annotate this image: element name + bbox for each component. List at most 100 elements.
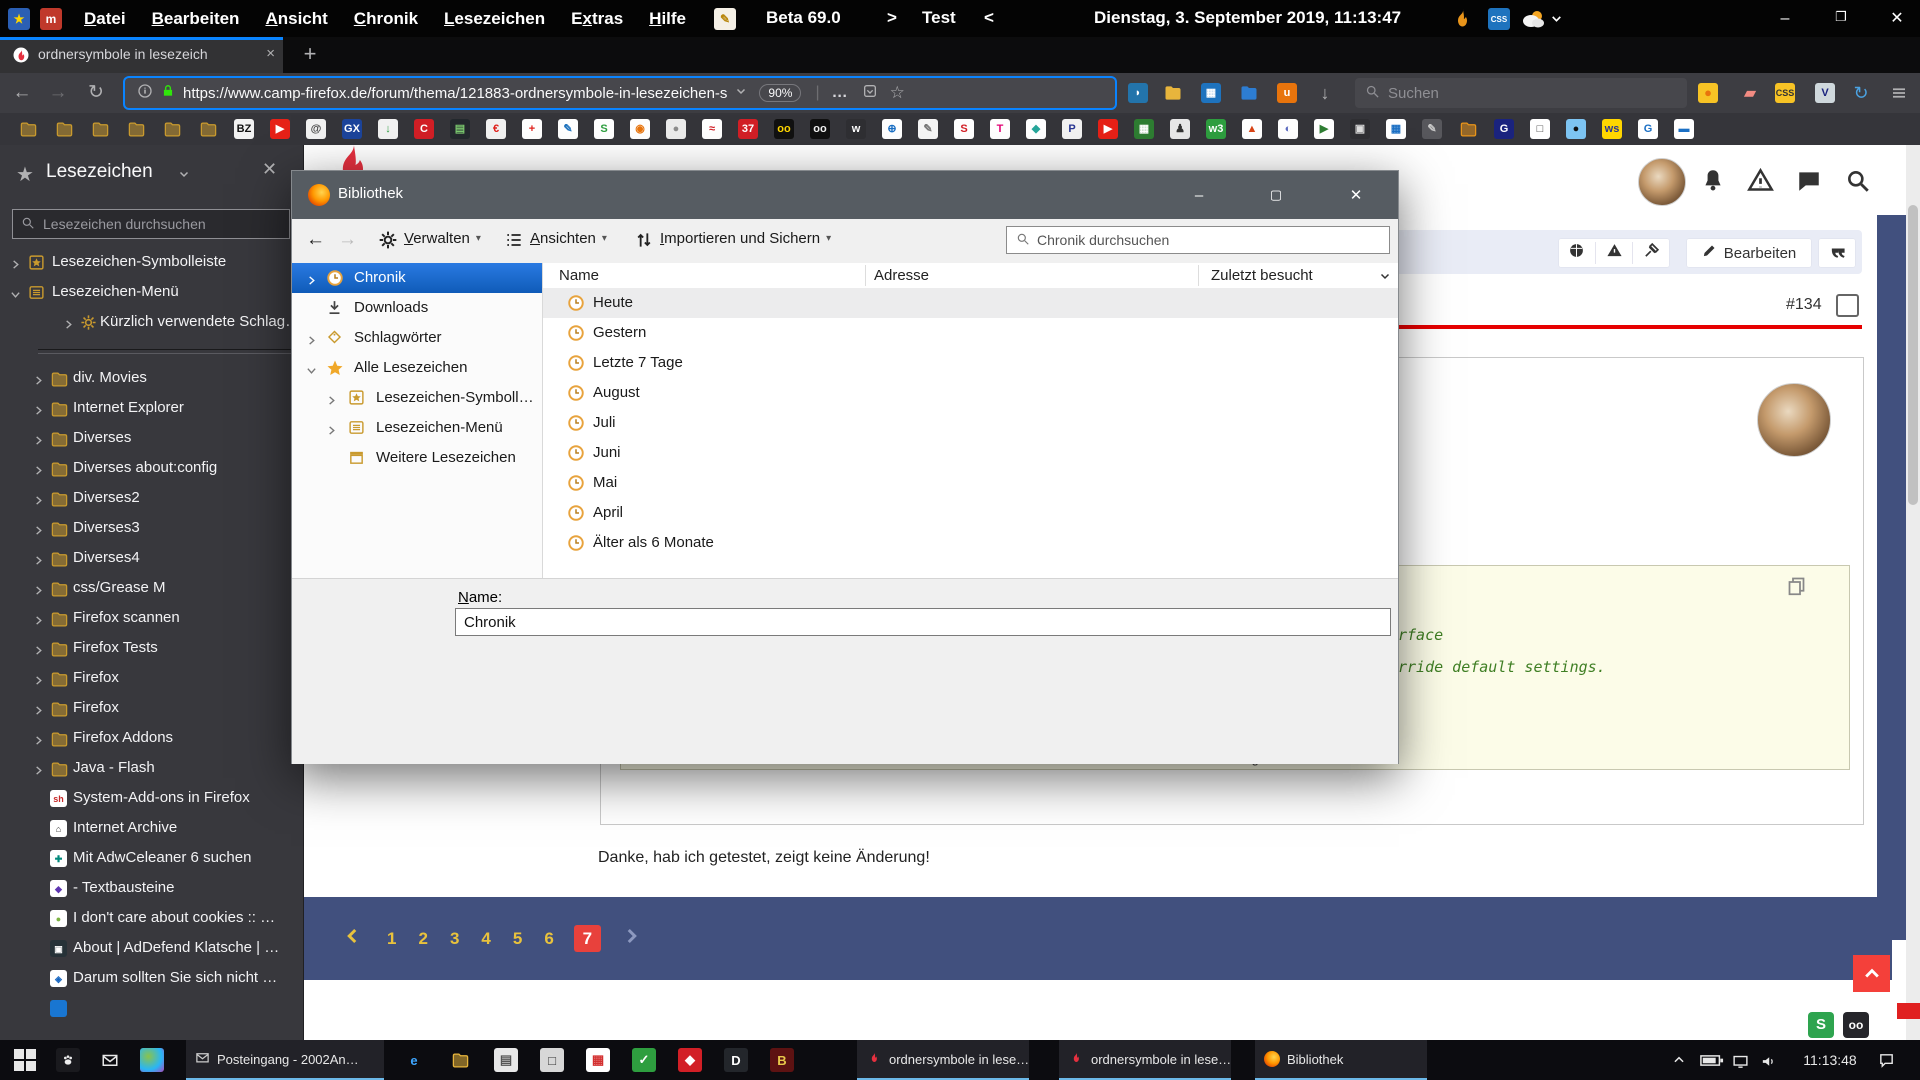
post-select-checkbox[interactable] bbox=[1836, 294, 1859, 317]
taskbar-window-bibliothek[interactable]: Bibliothek bbox=[1255, 1040, 1427, 1080]
bookmark-gray-dot-favicon[interactable]: ● bbox=[666, 119, 686, 139]
scroll-to-top-button[interactable] bbox=[1853, 955, 1890, 992]
window-close-button[interactable]: ✕ bbox=[1874, 0, 1920, 37]
sidebar-item[interactable]: Internet Explorer bbox=[0, 395, 304, 423]
bookmark-folder[interactable] bbox=[18, 119, 38, 139]
bookmark-folder[interactable] bbox=[90, 119, 110, 139]
scrollbar-track[interactable] bbox=[1906, 145, 1920, 1040]
history-row[interactable]: Juni bbox=[543, 438, 1398, 468]
sidebar-item[interactable]: Diverses about:config bbox=[0, 455, 304, 483]
name-field-input[interactable]: Chronik bbox=[455, 608, 1391, 636]
taskbar-window-posteingang-2002an-[interactable]: Posteingang - 2002An… bbox=[186, 1040, 384, 1080]
chevron-right-icon[interactable] bbox=[33, 613, 44, 630]
chevron-right-icon[interactable] bbox=[33, 463, 44, 480]
sidebar-item[interactable]: Firefox Addons bbox=[0, 725, 304, 753]
bookmark-folder[interactable] bbox=[54, 119, 74, 139]
scrollbar-thumb[interactable] bbox=[1908, 205, 1918, 505]
bookmark-tv-favicon[interactable]: ▬ bbox=[1674, 119, 1694, 139]
library-tree-item-lesezeichen-symboll-[interactable]: Lesezeichen-Symboll… bbox=[292, 383, 542, 413]
toolbar-extension-icon-blue[interactable]: ◗ bbox=[1125, 80, 1151, 106]
tray-overlay-dark-badge[interactable]: oo bbox=[1843, 1012, 1869, 1038]
addon-orange-dot-icon[interactable]: ● bbox=[1695, 80, 1721, 106]
library-forward-button[interactable]: → bbox=[338, 229, 357, 251]
chevron-right-icon[interactable] bbox=[33, 643, 44, 660]
pagination-prev-icon[interactable] bbox=[344, 927, 362, 950]
addon-v-icon[interactable]: V bbox=[1812, 80, 1838, 106]
history-row[interactable]: Älter als 6 Monate bbox=[543, 528, 1398, 558]
column-name[interactable]: Name bbox=[559, 263, 599, 288]
sidebar-item[interactable]: Firefox Tests bbox=[0, 635, 304, 663]
notes-pencil-icon[interactable]: ✎ bbox=[714, 8, 736, 30]
taskbar-document-icon[interactable]: □ bbox=[540, 1048, 564, 1072]
url-bar[interactable]: https://www.camp-firefox.de/forum/thema/… bbox=[125, 78, 1115, 108]
menu-hilfe[interactable]: Hilfe bbox=[647, 9, 688, 28]
menu-lesezeichen[interactable]: Lesezeichen bbox=[442, 9, 547, 28]
page-link-2[interactable]: 2 bbox=[418, 929, 427, 949]
chevron-right-icon[interactable] bbox=[33, 493, 44, 510]
sidebar-item[interactable]: div. Movies bbox=[0, 365, 304, 393]
library-close-button[interactable]: ✕ bbox=[1333, 171, 1379, 219]
chevron-right-icon[interactable] bbox=[33, 703, 44, 720]
globe-icon[interactable] bbox=[1558, 242, 1596, 264]
library-tree-item-alle-lesezeichen[interactable]: Alle Lesezeichen bbox=[292, 353, 542, 383]
new-tab-button[interactable]: + bbox=[296, 41, 324, 69]
toolbar-table-icon[interactable]: ▦ bbox=[1198, 80, 1224, 106]
toolbar-folder-add-icon[interactable] bbox=[1160, 80, 1186, 106]
bookmark-half-circle-favicon[interactable]: ◐ bbox=[1278, 119, 1298, 139]
history-row[interactable]: Gestern bbox=[543, 318, 1398, 348]
volume-icon[interactable] bbox=[1760, 1053, 1777, 1075]
bookmark-telekom-favicon[interactable]: T bbox=[990, 119, 1010, 139]
https-lock-icon[interactable] bbox=[161, 84, 175, 103]
edit-post-button[interactable]: Bearbeiten bbox=[1686, 238, 1812, 268]
bookmark-gmx-favicon[interactable]: GX bbox=[342, 119, 362, 139]
import-backup-menu-button[interactable]: Importieren und Sichern▾ bbox=[660, 230, 831, 247]
report-warning-icon[interactable] bbox=[1596, 242, 1634, 264]
bookmark-blue-ball-favicon[interactable]: ● bbox=[1566, 119, 1586, 139]
sidebar-item[interactable]: ◆- Textbausteine bbox=[0, 875, 304, 903]
zoom-level-indicator[interactable]: 90% bbox=[759, 84, 801, 102]
column-picker-chevron-icon[interactable] bbox=[1379, 269, 1391, 287]
tray-overlay-s-badge[interactable]: S bbox=[1808, 1012, 1834, 1038]
sidebar-item[interactable]: Diverses3 bbox=[0, 515, 304, 543]
hamburger-menu-icon[interactable] bbox=[1886, 80, 1912, 106]
page-link-5[interactable]: 5 bbox=[513, 929, 522, 949]
url-dropdown-chevron-icon[interactable] bbox=[735, 84, 747, 102]
column-adresse[interactable]: Adresse bbox=[874, 263, 929, 288]
chevron-right-icon[interactable] bbox=[306, 333, 317, 350]
library-maximize-button[interactable]: ▢ bbox=[1253, 171, 1299, 219]
bookmark-book-favicon[interactable]: □ bbox=[1530, 119, 1550, 139]
bookmark-g-dark-favicon[interactable]: G bbox=[1494, 119, 1514, 139]
chevron-right-icon[interactable] bbox=[10, 257, 21, 274]
battery-icon[interactable] bbox=[1700, 1054, 1724, 1072]
action-center-icon[interactable] bbox=[1878, 1052, 1895, 1074]
bookmark-ws-favicon[interactable]: ws bbox=[1602, 119, 1622, 139]
history-row[interactable]: Mai bbox=[543, 468, 1398, 498]
toolbar-blue-folder-icon[interactable] bbox=[1236, 80, 1262, 106]
quote-post-button[interactable] bbox=[1818, 238, 1856, 268]
pagination-next-icon[interactable] bbox=[622, 927, 640, 950]
bookmark-star-icon[interactable]: ☆ bbox=[890, 83, 905, 103]
chevron-down-icon[interactable] bbox=[10, 287, 21, 304]
network-icon[interactable] bbox=[1732, 1053, 1749, 1075]
page-link-6[interactable]: 6 bbox=[544, 929, 553, 949]
bookmark-youtube-favicon[interactable]: ▶ bbox=[270, 119, 290, 139]
downloads-icon[interactable]: ↓ bbox=[1312, 80, 1338, 106]
tab-close-icon[interactable]: × bbox=[266, 45, 275, 62]
chevron-down-icon[interactable] bbox=[1550, 12, 1564, 26]
sidebar-item[interactable]: Diverses bbox=[0, 425, 304, 453]
addon-css-icon[interactable]: CSS bbox=[1772, 80, 1798, 106]
tray-expand-chevron-icon[interactable] bbox=[1672, 1053, 1686, 1072]
taskbar-window-ordnersymbole-in-lese-[interactable]: ordnersymbole in lese… bbox=[857, 1040, 1029, 1080]
chevron-right-icon[interactable] bbox=[33, 583, 44, 600]
menu-extras[interactable]: Extras bbox=[569, 9, 625, 28]
bookmark-w3-favicon[interactable]: w3 bbox=[1206, 119, 1226, 139]
taskbar-red-app-icon[interactable]: ◆ bbox=[678, 1048, 702, 1072]
bookmark-at-favicon[interactable]: @ bbox=[306, 119, 326, 139]
sidebar-item[interactable]: ◈Darum sollten Sie sich nicht … bbox=[0, 965, 304, 993]
bookmark-euro-favicon[interactable]: € bbox=[486, 119, 506, 139]
library-back-button[interactable]: ← bbox=[306, 229, 325, 251]
bookmark-red-cross-favicon[interactable]: + bbox=[522, 119, 542, 139]
taskbar-book-app-icon[interactable]: B bbox=[770, 1048, 794, 1072]
sidebar-item[interactable]: Diverses2 bbox=[0, 485, 304, 513]
bookmark-green-play-favicon[interactable]: ▶ bbox=[1314, 119, 1334, 139]
